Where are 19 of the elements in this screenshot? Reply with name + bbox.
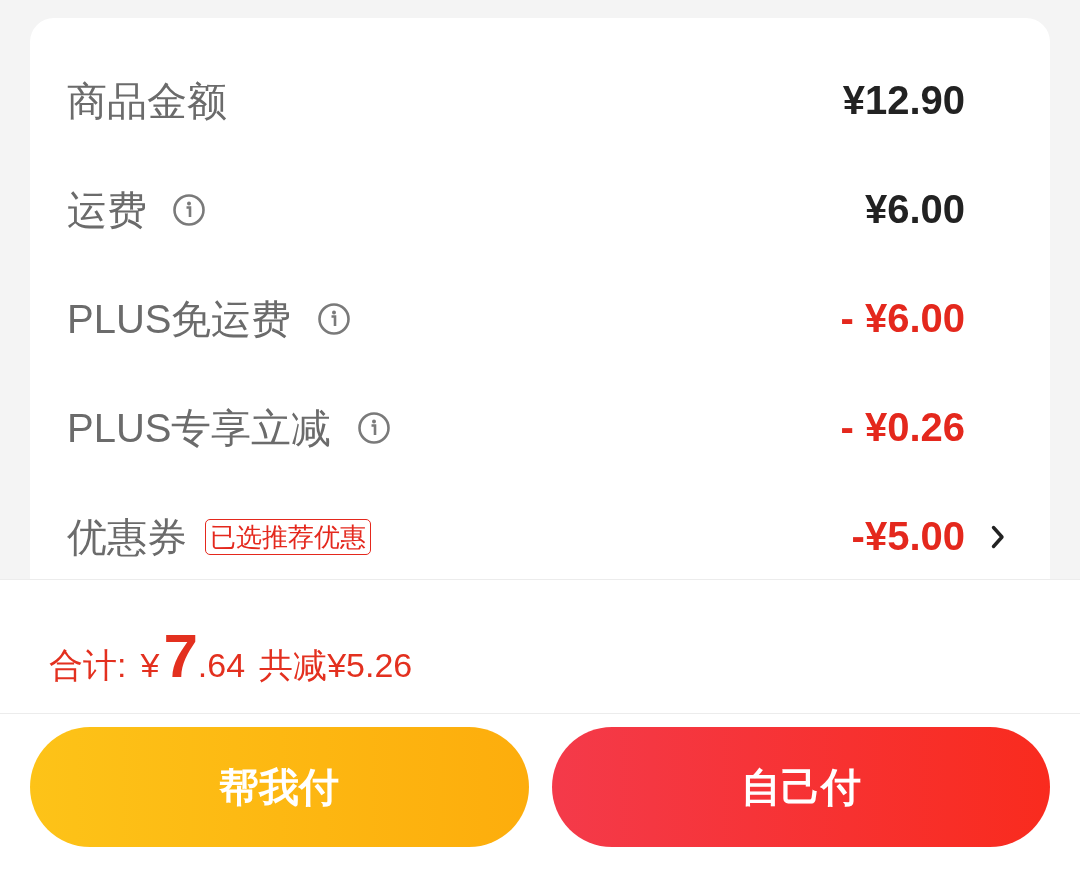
total-label: 合计:	[49, 645, 127, 686]
amount-value: - ¥6.00	[840, 296, 965, 341]
coupon-tag: 已选推荐优惠	[205, 518, 371, 555]
info-icon[interactable]	[173, 193, 205, 226]
savings-text: 共减¥5.26	[259, 645, 413, 686]
fee-label: PLUS免运费	[67, 295, 292, 343]
amount-value: - ¥0.26	[840, 405, 965, 450]
amount-value: ¥6.00	[864, 187, 965, 232]
chevron-right-icon[interactable]	[991, 524, 1005, 549]
pay-button[interactable]: 自己付	[551, 727, 1050, 847]
fee-label: 商品金额	[67, 77, 227, 125]
info-icon[interactable]	[317, 302, 350, 335]
fee-label: PLUS专享立减	[67, 404, 332, 452]
fee-label: 优惠券	[67, 513, 187, 561]
fee-label: 运费	[67, 186, 147, 234]
info-icon[interactable]	[357, 411, 390, 444]
amount-value: ¥12.90	[842, 78, 965, 123]
total-amount: ¥7.64	[140, 620, 246, 691]
amount-value: -¥5.00	[851, 514, 965, 559]
